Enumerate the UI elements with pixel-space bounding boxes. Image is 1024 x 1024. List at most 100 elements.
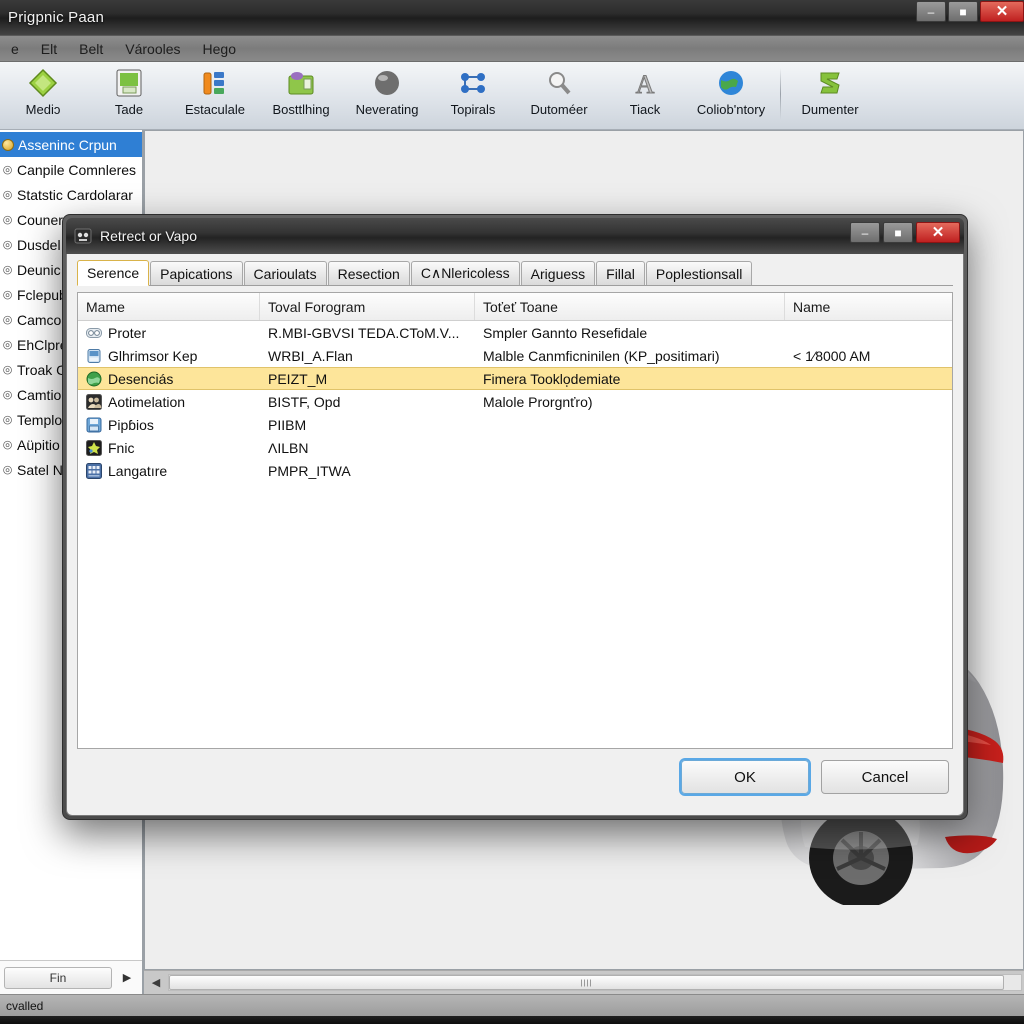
sidebar-fin-button[interactable]: Fin bbox=[4, 966, 112, 989]
cancel-button[interactable]: Cancel bbox=[821, 760, 949, 794]
column-header-totlet-toane[interactable]: Toťeť Toane bbox=[475, 293, 785, 320]
expander-icon[interactable]: ◎ bbox=[2, 463, 13, 476]
maximize-button[interactable]: ■ bbox=[948, 1, 978, 22]
tab-papications[interactable]: Papications bbox=[150, 261, 243, 285]
tab-poplestionsall[interactable]: Poplestionsall bbox=[645, 261, 753, 285]
row-name: Fnic bbox=[108, 439, 135, 456]
sidebar-item-canpile-comnleres[interactable]: ◎ Canpile Comnleres bbox=[0, 157, 142, 182]
expander-icon[interactable]: ◎ bbox=[2, 388, 13, 401]
toolbar-button-dumenter[interactable]: Dumenter bbox=[787, 66, 873, 126]
application-window: Prigpnic Paan – ■ ✕ e Elt Belt Várooles … bbox=[0, 0, 1024, 1016]
sidebar-item-label: Troak C bbox=[17, 361, 67, 378]
modal-dialog: Retrect or Vapo – ■ ✕ Serence Papication… bbox=[62, 214, 968, 820]
listview-rows: Proter R.MBI-GBVSI TEDA.CToM.V... Smpler… bbox=[78, 321, 952, 748]
green-globe-icon bbox=[86, 371, 102, 386]
maximize-icon: ■ bbox=[959, 4, 967, 19]
listview-header: Mame Toval Forogram Toťeť Toane Name bbox=[78, 293, 952, 321]
sidebar-item-asseninc-crpun[interactable]: Asseninc Crpun bbox=[0, 132, 142, 157]
sidebar-item-statstic-cardolarar[interactable]: ◎ Statstic Cardolarar bbox=[0, 182, 142, 207]
node-bullet-icon bbox=[2, 138, 14, 151]
ok-button[interactable]: OK bbox=[681, 760, 809, 794]
tab-ariguess[interactable]: Ariguess bbox=[520, 261, 596, 285]
scroll-left-arrow-icon[interactable]: ◀ bbox=[146, 976, 166, 989]
row-program: R.MBI-GBVSI TEDA.CToM.V... bbox=[268, 324, 460, 341]
toolbar-label-6: Dutoméer bbox=[530, 102, 588, 117]
close-icon: ✕ bbox=[995, 3, 1009, 20]
expander-icon[interactable]: ◎ bbox=[2, 363, 13, 376]
svg-text:A: A bbox=[636, 70, 655, 98]
menu-item-1[interactable]: Elt bbox=[30, 39, 68, 59]
table-row[interactable]: Glhrimsor Kep WRBI_A.Flan Malble Canmfic… bbox=[78, 344, 952, 367]
close-button[interactable]: ✕ bbox=[980, 1, 1024, 22]
green-z-icon bbox=[815, 66, 845, 100]
toolbar-button-tade[interactable]: Tade bbox=[86, 66, 172, 126]
toolbar-button-neverating[interactable]: Neverating bbox=[344, 66, 430, 126]
row-program: ΛILBN bbox=[268, 439, 309, 456]
sidebar-item-label: EhClpre bbox=[17, 336, 68, 353]
column-header-mame[interactable]: Mame bbox=[78, 293, 260, 320]
dialog-close-button[interactable]: ✕ bbox=[916, 222, 960, 243]
dialog-minimize-button[interactable]: – bbox=[850, 222, 880, 243]
minimize-button[interactable]: – bbox=[916, 1, 946, 22]
sidebar-item-label: Templo bbox=[17, 411, 63, 428]
table-row-selected[interactable]: Desenciás PEIZT_M Fimera Tooklo̦demiate bbox=[78, 367, 952, 390]
minimize-icon: – bbox=[927, 4, 935, 19]
maximize-icon: ■ bbox=[894, 225, 902, 240]
sidebar-item-label: Deunic bbox=[17, 261, 61, 278]
sidebar-next-arrow-icon[interactable]: ▶ bbox=[116, 967, 138, 989]
dialog-app-icon bbox=[74, 228, 92, 244]
expander-icon[interactable]: ◎ bbox=[2, 338, 13, 351]
expander-icon[interactable]: ◎ bbox=[2, 238, 13, 251]
table-row[interactable]: Aotimelation BISTF, Opd Malole Prorgnťro… bbox=[78, 390, 952, 413]
expander-icon[interactable]: ◎ bbox=[2, 213, 13, 226]
menu-item-4[interactable]: Hego bbox=[192, 39, 247, 59]
table-row[interactable]: Pipɓios PIIBM bbox=[78, 413, 952, 436]
orange-blue-chart-icon bbox=[200, 66, 230, 100]
column-header-toval-forogram[interactable]: Toval Forogram bbox=[260, 293, 475, 320]
dialog-titlebar: Retrect or Vapo – ■ ✕ bbox=[66, 218, 964, 254]
toolbar-button-dutomeer[interactable]: Dutoméer bbox=[516, 66, 602, 126]
row-program: WRBI_A.Flan bbox=[268, 347, 353, 364]
expander-icon[interactable]: ◎ bbox=[2, 288, 13, 301]
tab-resection[interactable]: Resection bbox=[327, 261, 410, 285]
dialog-maximize-button[interactable]: ■ bbox=[883, 222, 913, 243]
sidebar-item-label: Camco bbox=[17, 311, 62, 328]
table-row[interactable]: Proter R.MBI-GBVSI TEDA.CToM.V... Smpler… bbox=[78, 321, 952, 344]
toolbar-label-4: Neverating bbox=[355, 102, 419, 117]
sidebar-item-label: Camtio bbox=[17, 386, 62, 403]
horizontal-scrollbar[interactable]: ◀ bbox=[144, 970, 1024, 994]
sidebar-item-label: Dusdel bbox=[17, 236, 61, 253]
expander-icon[interactable]: ◎ bbox=[2, 263, 13, 276]
toolbar-label-10: Dumenter bbox=[801, 102, 859, 117]
expander-icon[interactable]: ◎ bbox=[2, 438, 13, 451]
expander-icon[interactable]: ◎ bbox=[2, 313, 13, 326]
tab-fillal[interactable]: Fillal bbox=[596, 261, 645, 285]
row-name: Desenciás bbox=[108, 370, 174, 387]
expander-icon[interactable]: ◎ bbox=[2, 188, 13, 201]
status-bar: cvalled bbox=[0, 994, 1024, 1016]
tab-carioulats[interactable]: Carioulats bbox=[243, 261, 327, 285]
expander-icon[interactable]: ◎ bbox=[2, 413, 13, 426]
toolbar-button-tiack[interactable]: A Tiack bbox=[602, 66, 688, 126]
tab-serence[interactable]: Serence bbox=[77, 260, 150, 286]
toolbar-button-bosttlhing[interactable]: Bosttlhing bbox=[258, 66, 344, 126]
menu-item-0[interactable]: e bbox=[0, 39, 30, 59]
row-program: PMPR_ITWA bbox=[268, 462, 351, 479]
toolbar-button-estaculale[interactable]: Estaculale bbox=[172, 66, 258, 126]
green-diamond-icon bbox=[27, 66, 59, 100]
toolbar-button-coliobntory[interactable]: Coliob'ntory bbox=[688, 66, 774, 126]
table-row[interactable]: Langatıre PMPR_ITWA bbox=[78, 459, 952, 482]
scroll-thumb[interactable] bbox=[169, 975, 1004, 990]
table-row[interactable]: Fnic ΛILBN bbox=[78, 436, 952, 459]
dialog-listview[interactable]: Mame Toval Forogram Toťeť Toane Name Pro… bbox=[77, 292, 953, 749]
toolbar-button-topirals[interactable]: Topirals bbox=[430, 66, 516, 126]
toolbar-label-1: Tade bbox=[114, 102, 144, 117]
scroll-track[interactable] bbox=[168, 974, 1022, 991]
toolbar-separator bbox=[780, 68, 781, 120]
menu-item-2[interactable]: Belt bbox=[68, 39, 114, 59]
column-header-name[interactable]: Name bbox=[785, 293, 952, 320]
toolbar-button-medic[interactable]: Mediɔ bbox=[0, 66, 86, 126]
tab-cnlericoless[interactable]: C∧Nlericoless bbox=[410, 261, 520, 285]
expander-icon[interactable]: ◎ bbox=[2, 163, 13, 176]
menu-item-3[interactable]: Várooles bbox=[114, 39, 191, 59]
